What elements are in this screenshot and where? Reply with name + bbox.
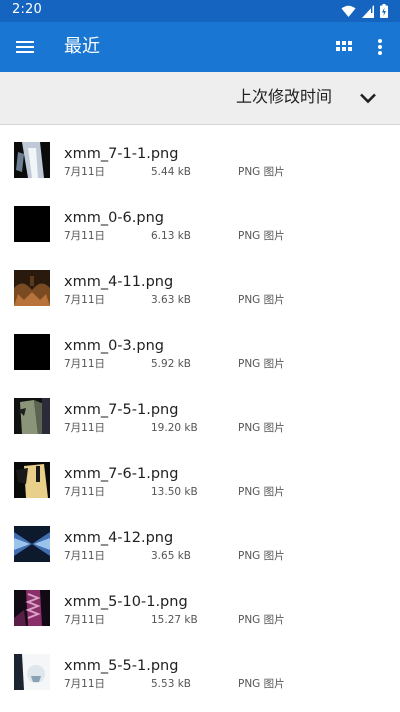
sort-bar[interactable]: 上次修改时间 [0, 72, 400, 125]
file-size: 5.92 kB [151, 358, 192, 370]
file-type: PNG 图片 [238, 614, 285, 626]
file-type: PNG 图片 [238, 294, 285, 306]
file-type: PNG 图片 [238, 230, 285, 242]
file-date: 7月11日 [64, 678, 106, 690]
list-item[interactable]: xmm_0-3.png 7月11日 5.92 kB PNG 图片 [0, 320, 400, 384]
file-name: xmm_4-12.png [64, 530, 174, 546]
file-date: 7月11日 [64, 614, 106, 626]
status-time: 2:20 [12, 2, 42, 17]
file-size: 5.53 kB [151, 678, 192, 690]
file-date: 7月11日 [64, 550, 106, 562]
file-name: xmm_0-3.png [64, 338, 164, 354]
app-bar: 最近 [0, 22, 400, 72]
file-thumbnail [14, 206, 50, 242]
more-vert-icon[interactable] [370, 34, 390, 60]
file-type: PNG 图片 [238, 358, 285, 370]
file-name: xmm_5-5-1.png [64, 658, 179, 674]
file-date: 7月11日 [64, 358, 106, 370]
list-item[interactable]: xmm_5-10-1.png 7月11日 15.27 kB PNG 图片 [0, 576, 400, 640]
file-type: PNG 图片 [238, 550, 285, 562]
file-thumbnail [14, 270, 50, 306]
status-bar: 2:20 [0, 0, 400, 22]
file-thumbnail [14, 590, 50, 626]
file-size: 3.65 kB [151, 550, 192, 562]
grid-view-icon[interactable] [333, 36, 355, 58]
file-size: 6.13 kB [151, 230, 192, 242]
signal-icon [362, 4, 374, 18]
file-name: xmm_7-6-1.png [64, 466, 179, 482]
sort-label[interactable]: 上次修改时间 [236, 86, 332, 108]
file-type: PNG 图片 [238, 166, 285, 178]
file-size: 15.27 kB [151, 614, 198, 626]
list-item[interactable]: xmm_4-11.png 7月11日 3.63 kB PNG 图片 [0, 256, 400, 320]
file-date: 7月11日 [64, 422, 106, 434]
status-icons [341, 4, 388, 18]
file-type: PNG 图片 [238, 422, 285, 434]
file-size: 19.20 kB [151, 422, 198, 434]
file-date: 7月11日 [64, 230, 106, 242]
file-name: xmm_0-6.png [64, 210, 164, 226]
file-size: 5.44 kB [151, 166, 192, 178]
list-item[interactable]: xmm_0-6.png 7月11日 6.13 kB PNG 图片 [0, 192, 400, 256]
file-name: xmm_7-1-1.png [64, 146, 179, 162]
file-name: xmm_4-11.png [64, 274, 174, 290]
list-item[interactable]: xmm_7-1-1.png 7月11日 5.44 kB PNG 图片 [0, 128, 400, 192]
file-thumbnail [14, 526, 50, 562]
file-thumbnail [14, 142, 50, 178]
battery-icon [380, 4, 388, 18]
file-date: 7月11日 [64, 294, 106, 306]
file-type: PNG 图片 [238, 486, 285, 498]
file-type: PNG 图片 [238, 678, 285, 690]
list-item[interactable]: xmm_7-6-1.png 7月11日 13.50 kB PNG 图片 [0, 448, 400, 512]
file-thumbnail [14, 398, 50, 434]
file-size: 3.63 kB [151, 294, 192, 306]
list-item[interactable]: xmm_7-5-1.png 7月11日 19.20 kB PNG 图片 [0, 384, 400, 448]
menu-icon[interactable] [13, 35, 37, 59]
page-title: 最近 [64, 36, 100, 57]
file-name: xmm_5-10-1.png [64, 594, 188, 610]
file-thumbnail [14, 654, 50, 690]
wifi-icon [341, 5, 356, 17]
chevron-down-icon[interactable] [356, 86, 380, 110]
file-name: xmm_7-5-1.png [64, 402, 179, 418]
file-date: 7月11日 [64, 166, 106, 178]
file-thumbnail [14, 462, 50, 498]
file-date: 7月11日 [64, 486, 106, 498]
list-item[interactable]: xmm_5-5-1.png 7月11日 5.53 kB PNG 图片 [0, 640, 400, 704]
file-thumbnail [14, 334, 50, 370]
file-size: 13.50 kB [151, 486, 198, 498]
list-item[interactable]: xmm_4-12.png 7月11日 3.65 kB PNG 图片 [0, 512, 400, 576]
